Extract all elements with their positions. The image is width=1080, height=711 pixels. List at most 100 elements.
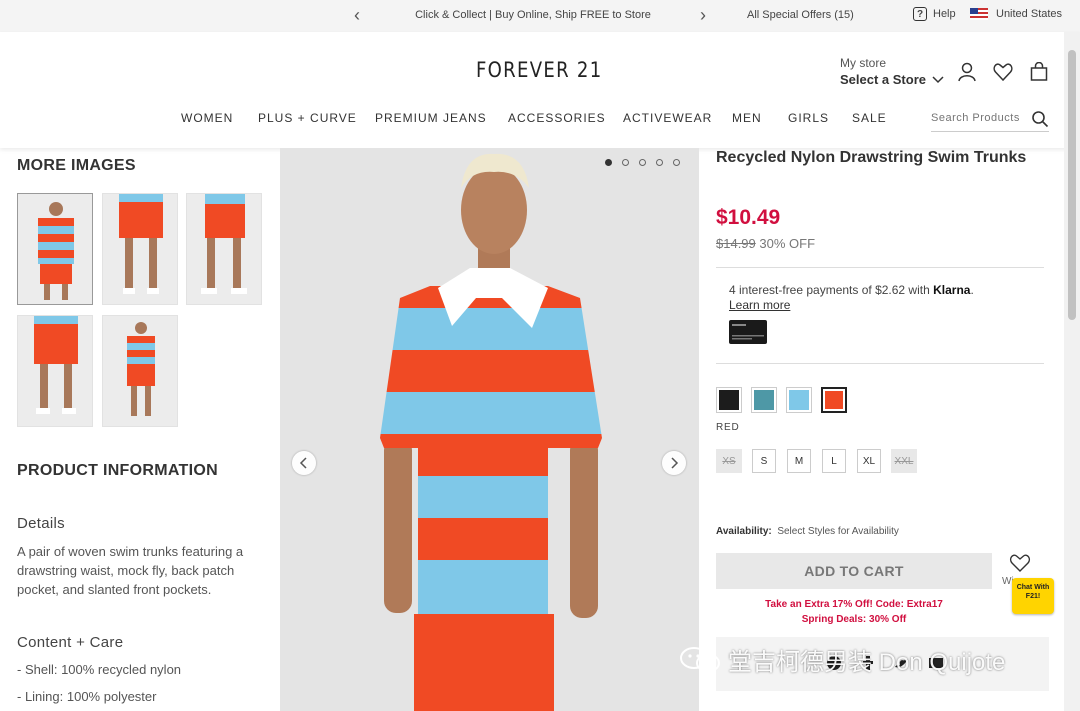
- size-s[interactable]: S: [752, 449, 776, 473]
- chevron-down-icon: [932, 76, 944, 84]
- klarna-period: .: [970, 283, 974, 297]
- color-swatch-light-blue[interactable]: [786, 387, 812, 413]
- page: { "promo_bar": { "message": "Click & Col…: [0, 0, 1080, 711]
- nav-sale[interactable]: SALE: [852, 111, 887, 125]
- carousel-dot[interactable]: [605, 159, 612, 166]
- thumbnail-4-image: [18, 316, 92, 426]
- page-scrollbar[interactable]: [1064, 32, 1080, 711]
- promo-next-icon[interactable]: ›: [700, 6, 706, 24]
- store-label: My store: [840, 56, 887, 70]
- store-value-text: Select a Store: [840, 72, 926, 87]
- us-flag-icon: [970, 8, 988, 20]
- size-m[interactable]: M: [787, 449, 811, 473]
- carousel-next-button[interactable]: [662, 451, 686, 475]
- carousel-dot[interactable]: [673, 159, 680, 166]
- swatch-fill: [825, 391, 843, 409]
- availability: Availability: Select Styles for Availabi…: [716, 526, 899, 537]
- thumbnail-5[interactable]: [102, 315, 178, 427]
- discount-label: 30% OFF: [759, 236, 816, 251]
- klarna-text: 4 interest-free payments of $2.62 with: [729, 283, 930, 297]
- learn-more-link[interactable]: Learn more: [729, 298, 790, 312]
- size-xl[interactable]: XL: [857, 449, 881, 473]
- thumbnail-5-image: [103, 316, 177, 426]
- more-images-title: MORE IMAGES: [17, 157, 136, 174]
- original-price: $14.99: [716, 236, 756, 251]
- country-label: United States: [996, 8, 1063, 20]
- wechat-logo-icon: [680, 646, 720, 672]
- swatch-fill: [719, 390, 739, 410]
- availability-value: Select Styles for Availability: [777, 526, 899, 537]
- product-info-title: PRODUCT INFORMATION: [17, 462, 218, 479]
- carousel-dot[interactable]: [622, 159, 629, 166]
- promo-prev-icon[interactable]: ‹: [354, 6, 360, 24]
- thumbnail-1[interactable]: [17, 193, 93, 305]
- size-l[interactable]: L: [822, 449, 846, 473]
- header-icons: [957, 62, 1049, 82]
- size-xs[interactable]: XS: [716, 449, 742, 473]
- carousel-dot[interactable]: [656, 159, 663, 166]
- carousel-prev-button[interactable]: [292, 451, 316, 475]
- swatch-fill: [789, 390, 809, 410]
- thumbnail-2-image: [103, 194, 177, 304]
- klarna-brand: Klarna: [933, 283, 971, 297]
- nav-plus-curve[interactable]: PLUS + CURVE: [258, 111, 357, 125]
- nav-women[interactable]: WOMEN: [181, 111, 233, 125]
- nav-girls[interactable]: GIRLS: [788, 111, 829, 125]
- search-icon[interactable]: [1031, 110, 1049, 128]
- details-text: A pair of woven swim trunks featuring a …: [17, 544, 244, 597]
- promo-bar: ‹ Click & Collect | Buy Online, Ship FRE…: [0, 0, 1080, 32]
- color-swatch-teal[interactable]: [751, 387, 777, 413]
- account-icon[interactable]: [957, 62, 977, 82]
- product-title: Recycled Nylon Drawstring Swim Trunks: [716, 149, 1027, 166]
- content-item: - Lining: 100% polyester: [17, 689, 157, 704]
- selected-color-name: RED: [716, 422, 740, 433]
- store-selector[interactable]: My store Select a Store: [840, 56, 944, 87]
- carousel-dots: [605, 159, 680, 166]
- chat-widget[interactable]: Chat With F21!: [1012, 578, 1054, 614]
- search-bar: [931, 108, 1049, 132]
- special-offers-link[interactable]: All Special Offers (15): [747, 9, 854, 21]
- thumbnail-4[interactable]: [17, 315, 93, 427]
- nav-activewear[interactable]: ACTIVEWEAR: [623, 111, 712, 125]
- promo-code-text: Take an Extra 17% Off! Code: Extra17: [765, 599, 943, 610]
- thumbnail-1-image: [18, 194, 92, 304]
- watermark: 堂吉柯德男装 Don Quijote: [678, 642, 1005, 677]
- add-to-cart-button[interactable]: ADD TO CART: [716, 553, 992, 589]
- sale-price: $10.49: [716, 206, 781, 229]
- forever21-logo[interactable]: FOREVER 21: [476, 58, 603, 82]
- thumbnail-3[interactable]: [186, 193, 262, 305]
- divider: [716, 363, 1044, 364]
- store-value[interactable]: Select a Store: [840, 72, 944, 87]
- shopping-bag-icon[interactable]: [1029, 62, 1049, 82]
- klarna-card-icon: [729, 320, 767, 344]
- thumbnail-3-image: [187, 194, 261, 304]
- content-item: - Shell: 100% recycled nylon: [17, 662, 182, 677]
- site-header: FOREVER 21 My store Select a Store WOMEN…: [0, 32, 1080, 148]
- help-label: Help: [933, 8, 956, 20]
- main-product-image[interactable]: [280, 148, 699, 711]
- original-price-line: $14.99 30% OFF: [716, 236, 815, 251]
- divider: [716, 267, 1044, 268]
- nav-men[interactable]: MEN: [732, 111, 762, 125]
- color-swatch-black[interactable]: [716, 387, 742, 413]
- spring-deals-text: Spring Deals: 30% Off: [801, 614, 907, 625]
- klarna-message: 4 interest-free payments of $2.62 with K…: [729, 283, 974, 297]
- search-input[interactable]: [931, 108, 1023, 128]
- help-link[interactable]: ? Help: [913, 7, 956, 21]
- color-swatch-red[interactable]: [821, 387, 847, 413]
- nav-premium-jeans[interactable]: PREMIUM JEANS: [375, 111, 487, 125]
- klarna-card-graphic: [732, 324, 764, 340]
- main-nav: WOMEN PLUS + CURVE PREMIUM JEANS ACCESSO…: [0, 111, 1080, 135]
- wishlist-heart-icon[interactable]: [993, 62, 1013, 82]
- content-care-title: Content + Care: [17, 634, 124, 651]
- help-icon: ?: [913, 7, 927, 21]
- wishlist-heart-icon[interactable]: [1009, 553, 1031, 573]
- chevron-right-icon: [671, 457, 679, 469]
- promo-message[interactable]: Click & Collect | Buy Online, Ship FREE …: [400, 9, 666, 21]
- carousel-dot[interactable]: [639, 159, 646, 166]
- thumbnail-2[interactable]: [102, 193, 178, 305]
- nav-accessories[interactable]: ACCESSORIES: [508, 111, 606, 125]
- country-selector[interactable]: United States: [970, 8, 1062, 20]
- scrollbar-thumb[interactable]: [1068, 50, 1076, 320]
- size-xxl[interactable]: XXL: [891, 449, 917, 473]
